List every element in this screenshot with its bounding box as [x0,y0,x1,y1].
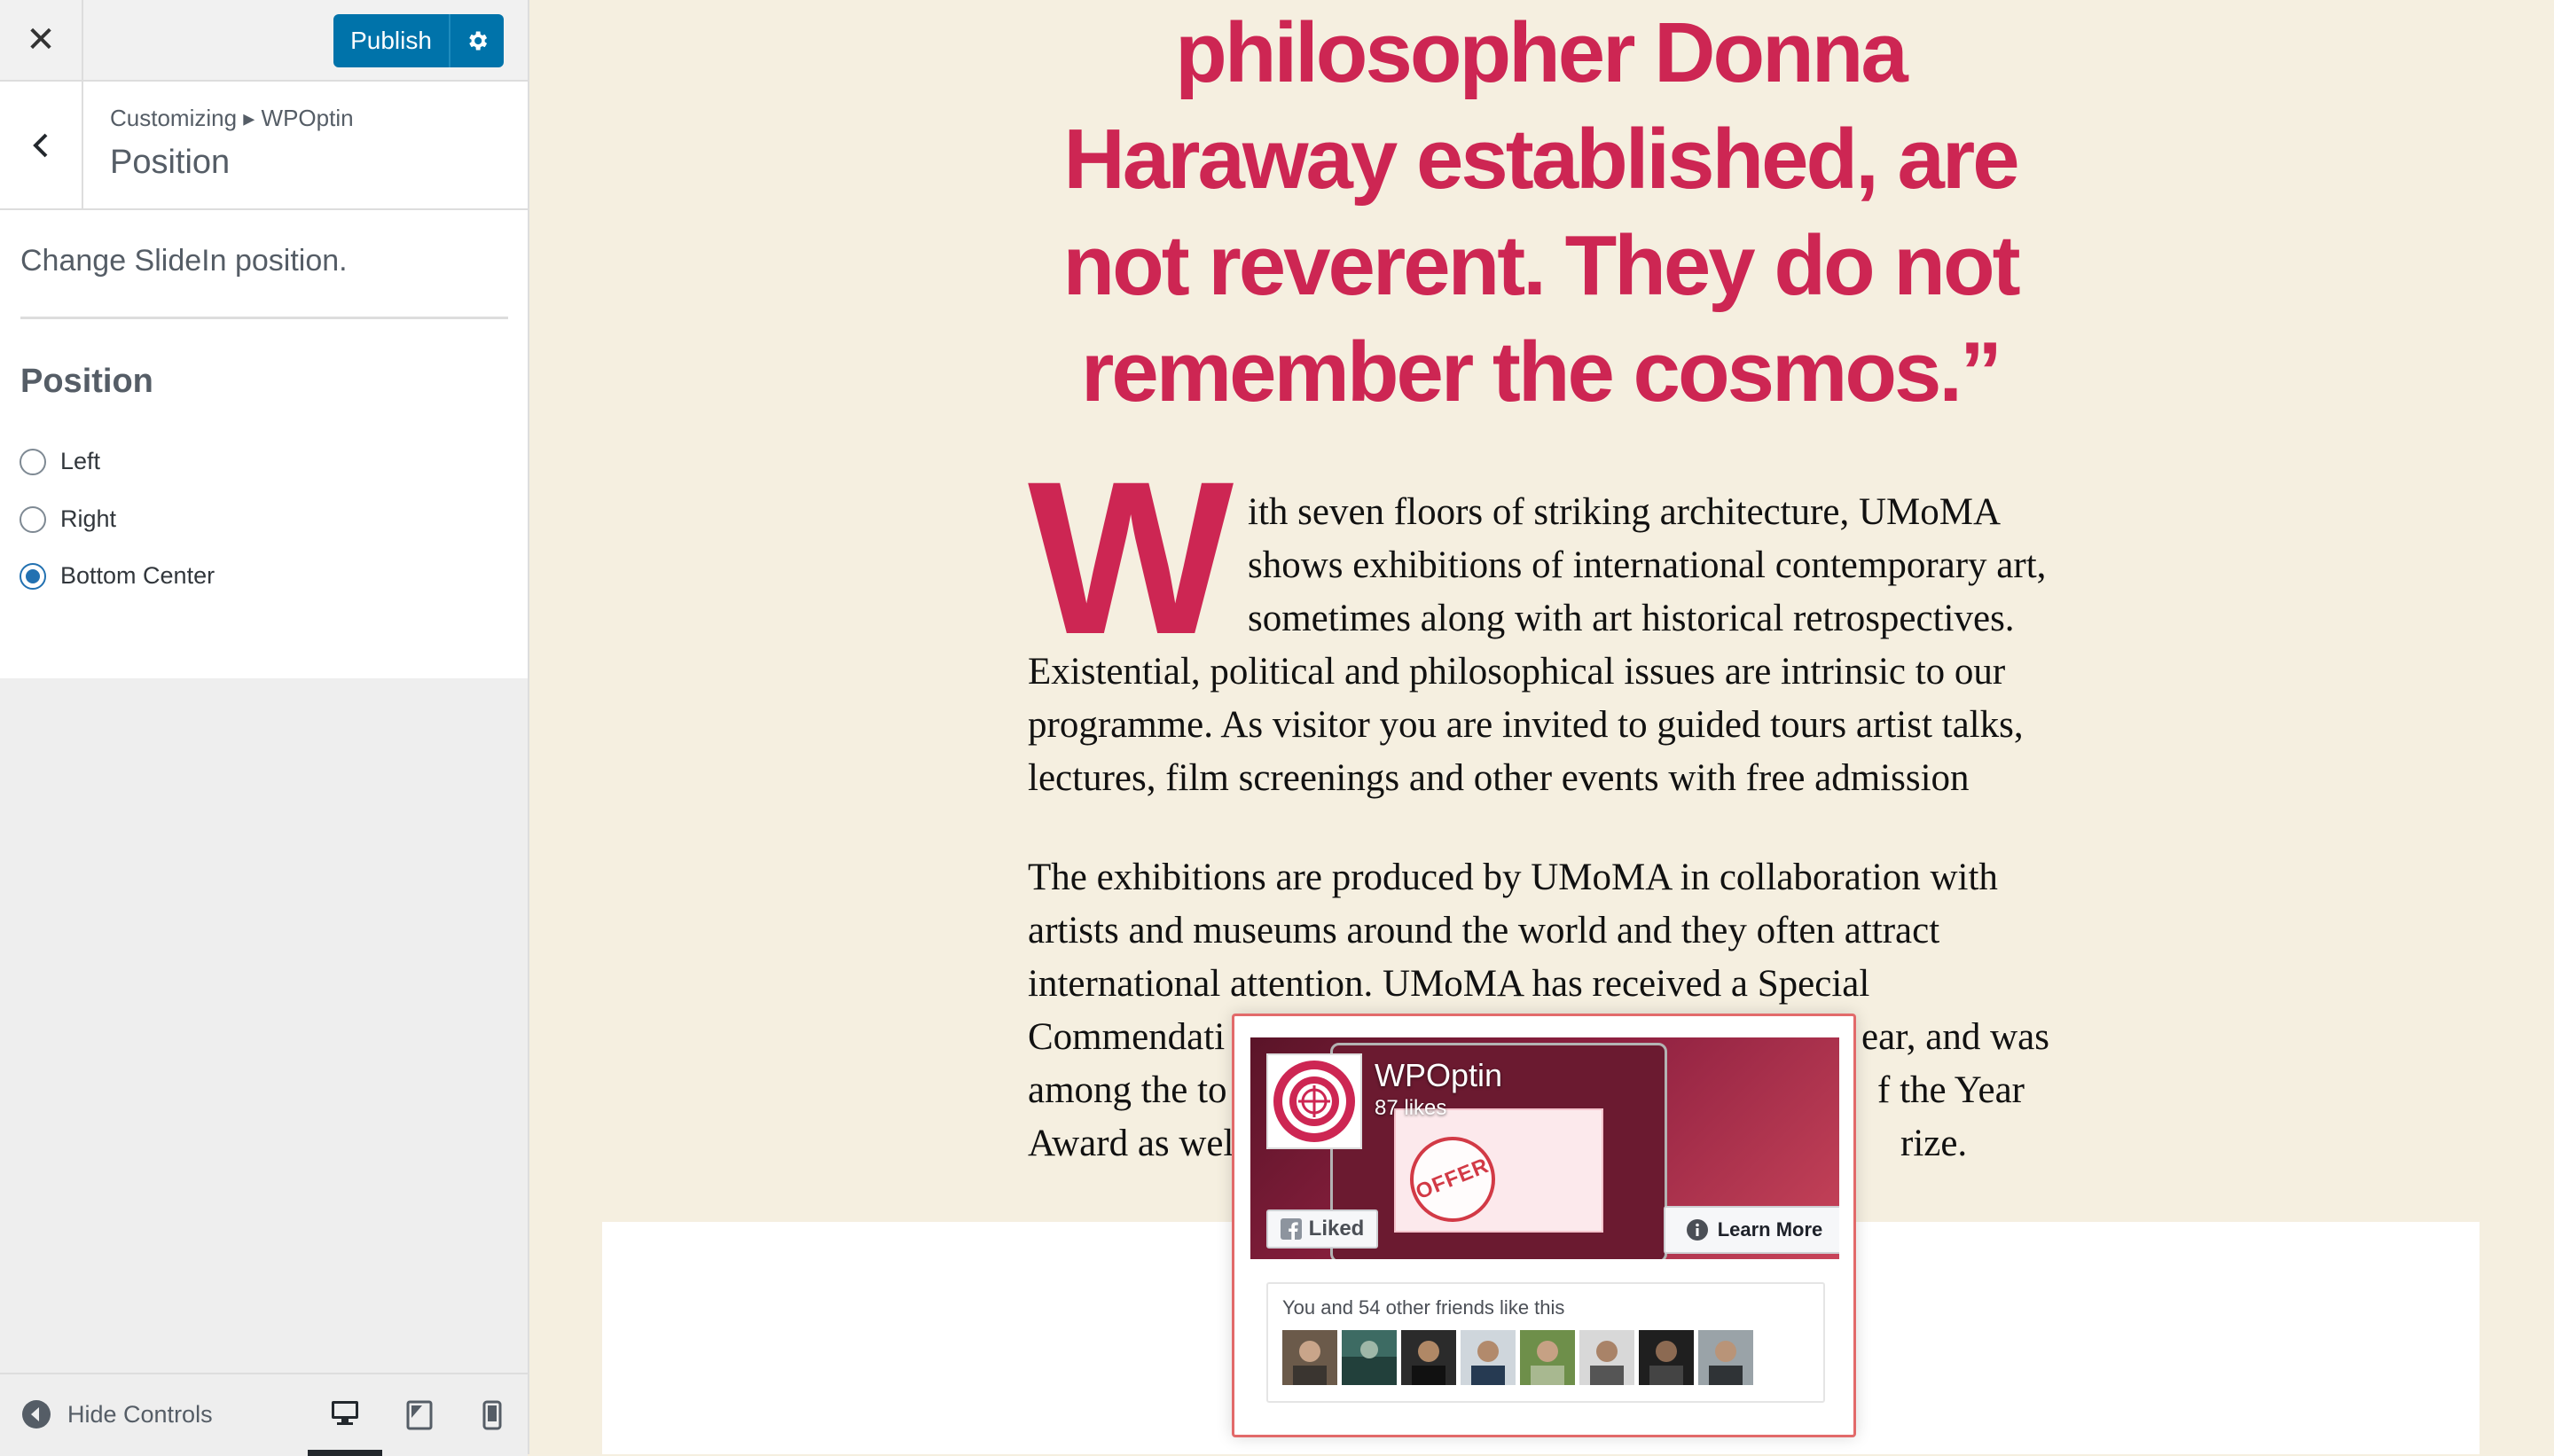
fb-page-name[interactable]: WPOptin [1375,1057,1502,1094]
text-line: sometimes along with art historical retr… [1248,598,2015,639]
close-icon: ✕ [26,20,56,59]
customizer-header: ✕ Publish [0,0,528,82]
divider [20,317,508,319]
friend-avatar[interactable] [1342,1330,1397,1385]
radio-button-checked[interactable] [20,562,46,590]
quote-line: philosopher Donna [1175,5,1908,100]
learn-more-label: Learn More [1717,1218,1823,1241]
fb-cover-image: OFFER WPOptin 87 likes Liked Learn More [1250,1037,1839,1259]
radio-button[interactable] [20,505,46,533]
preview-mobile-button[interactable] [455,1374,529,1456]
text-line: international attention. UMoMA has recei… [1028,963,1870,1005]
mobile-icon [482,1400,502,1430]
drop-cap: W [1028,436,1234,680]
control-title: Position [20,363,153,400]
back-button[interactable] [0,82,83,208]
friend-avatar[interactable] [1401,1330,1456,1385]
radio-option-left[interactable]: Left [20,448,100,475]
slidein-popup[interactable]: OFFER WPOptin 87 likes Liked Learn More … [1232,1014,1856,1437]
friend-avatar[interactable] [1698,1330,1753,1385]
text-line: ear, and was [1861,1016,2049,1058]
radio-option-bottom-center[interactable]: Bottom Center [20,562,215,590]
fb-likes-count: 87 likes [1375,1096,1447,1120]
gear-icon [469,31,488,51]
quote-line: Haraway established, are [1063,112,2019,207]
radio-label: Left [60,448,101,474]
quote-line: not reverent. They do not [1062,218,2020,313]
liked-label: Liked [1308,1217,1365,1241]
text-line: ith seven floors of striking architectur… [1248,491,2002,533]
liked-button[interactable]: Liked [1266,1209,1378,1249]
customizer-footer: Hide Controls [0,1373,528,1456]
text-line: lectures, film screenings and other even… [1028,757,1970,799]
text-line: shows exhibitions of international conte… [1248,544,2047,586]
friend-avatar[interactable] [1282,1330,1337,1385]
close-customizer-button[interactable]: ✕ [0,0,83,80]
customizer-sidebar: ✕ Publish Customizing ▸ WPOptin Position… [0,0,529,1456]
text-line: rize. [1900,1123,1968,1164]
radio-button[interactable] [20,448,46,475]
panel-description: Change SlideIn position. [20,244,348,278]
breadcrumb: Customizing ▸ WPOptin [110,105,354,131]
site-preview: philosopher Donna Haraway established, a… [529,0,2554,1454]
section-title: Position [110,144,231,181]
text-line: f the Year [1877,1069,2025,1111]
desktop-icon [332,1400,358,1425]
text-line: artists and museums around the world and… [1028,910,1940,951]
friend-avatars [1282,1330,1758,1385]
facebook-icon [1280,1218,1302,1240]
text-line: Award as well [1028,1123,1245,1164]
text-line: programme. As visitor you are invited to… [1028,704,2024,746]
hide-controls-label: Hide Controls [67,1400,213,1428]
text-line: The exhibitions are produced by UMoMA in… [1028,857,1998,898]
fb-page-avatar[interactable] [1266,1053,1362,1149]
publish-button[interactable]: Publish [333,14,449,67]
text-line: among the to [1028,1069,1227,1111]
tablet-icon [406,1400,433,1430]
text-line: Commendati [1028,1016,1226,1058]
preview-tablet-button[interactable] [382,1374,457,1456]
preview-desktop-button[interactable] [308,1374,382,1456]
text-line: Existential, political and philosophical… [1028,651,2006,693]
radio-label: Right [60,505,117,532]
learn-more-button[interactable]: Learn More [1664,1206,1839,1254]
chevron-left-icon [33,133,48,157]
radio-label: Bottom Center [60,562,215,589]
publish-settings-button[interactable] [449,14,504,67]
fb-friends-box: You and 54 other friends like this [1266,1282,1825,1403]
friend-avatar[interactable] [1639,1330,1694,1385]
section-header: Customizing ▸ WPOptin Position [0,82,528,210]
radio-dot [26,568,40,583]
quote-line: remember the cosmos.” [1080,325,2002,419]
position-panel: Change SlideIn position. Position Left R… [0,210,528,678]
radio-option-right[interactable]: Right [20,505,116,533]
offer-text: OFFER [1412,1153,1492,1205]
publish-group: Publish [333,14,504,67]
info-icon [1686,1219,1708,1241]
pull-quote: philosopher Donna Haraway established, a… [991,0,2090,426]
friend-avatar[interactable] [1520,1330,1575,1385]
friends-like-text: You and 54 other friends like this [1282,1296,1565,1319]
hide-controls-button[interactable]: Hide Controls [21,1399,213,1429]
collapse-arrow-icon [22,1400,51,1429]
friend-avatar[interactable] [1579,1330,1634,1385]
target-logo-icon [1273,1061,1355,1142]
friend-avatar[interactable] [1461,1330,1516,1385]
